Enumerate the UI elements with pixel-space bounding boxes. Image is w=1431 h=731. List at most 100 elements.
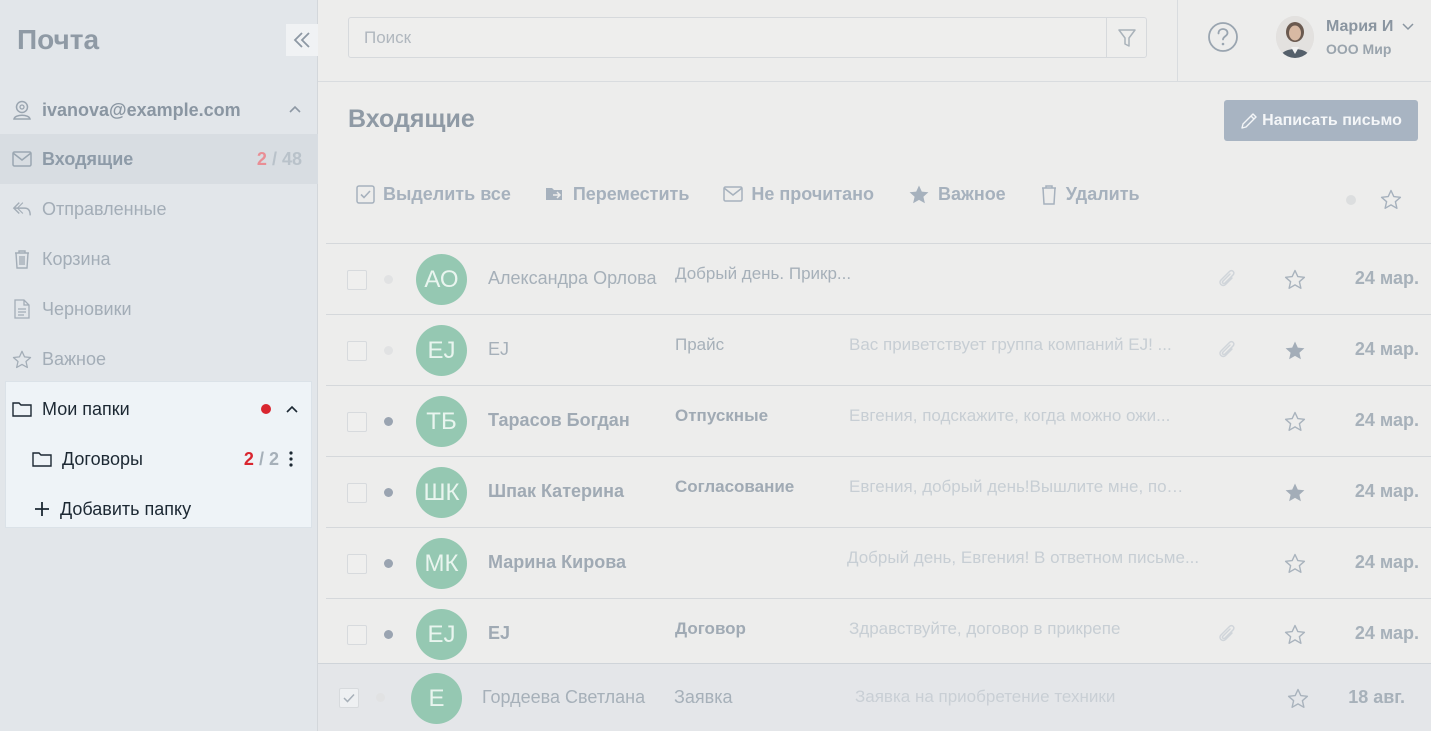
sender-avatar: ТБ <box>416 396 467 447</box>
row-checkbox[interactable] <box>347 483 367 503</box>
sender-name: Тарасов Богдан <box>488 410 630 430</box>
sidebar-item-label: Черновики <box>42 298 132 319</box>
row-checkbox[interactable] <box>347 270 367 290</box>
sender-avatar: Е <box>411 673 462 724</box>
sidebar-item-label: Входящие <box>42 148 134 169</box>
attachment-icon <box>1219 340 1235 358</box>
email-subject: Прайс <box>675 335 725 354</box>
sidebar-item-drafts[interactable]: Черновики <box>0 284 318 334</box>
star-filled-icon[interactable] <box>1284 340 1306 361</box>
compose-button[interactable]: Написать письмо <box>1224 100 1418 141</box>
help-icon <box>1208 22 1238 52</box>
folder-counter: 2 / 2 <box>243 448 279 469</box>
chevron-up-icon[interactable] <box>285 404 299 414</box>
email-date: 18 авг. <box>1348 687 1405 707</box>
unread-filter-toggle[interactable] <box>1346 195 1356 205</box>
email-row[interactable]: МК Марина Кирова Добрый день, Евгения! В… <box>326 527 1431 598</box>
sidebar-item-trash[interactable]: Корзина <box>0 234 318 284</box>
email-subject: Заявка <box>674 687 733 707</box>
unread-indicator[interactable] <box>384 559 393 568</box>
email-subject: Отпускные <box>675 406 769 425</box>
star-icon[interactable] <box>1284 553 1306 574</box>
sidebar-item-inbox[interactable]: Входящие 2 / 48 <box>0 134 318 184</box>
mark-unread-button[interactable]: Не прочитано <box>723 184 874 205</box>
delete-button[interactable]: Удалить <box>1040 184 1140 205</box>
row-checkbox[interactable] <box>347 341 367 361</box>
email-preview: Евгения, добрый день!Вышлите мне, пож... <box>849 477 1189 496</box>
star-filled-icon[interactable] <box>1284 482 1306 503</box>
new-mail-indicator <box>261 404 271 414</box>
row-checkbox-checked[interactable] <box>339 688 359 708</box>
read-indicator[interactable] <box>384 346 393 355</box>
attachment-icon <box>1219 269 1235 287</box>
checkmark-icon <box>343 693 355 703</box>
read-indicator[interactable] <box>376 693 385 702</box>
user-menu[interactable]: Мария И ООО Мир <box>1276 16 1426 60</box>
email-row[interactable]: EJ EJ Прайс Вас приветствует группа комп… <box>326 314 1431 385</box>
email-row[interactable]: EJ EJ Договор Здравствуйте, договор в пр… <box>326 598 1431 669</box>
select-all-button[interactable]: Выделить все <box>356 184 511 205</box>
email-preview: Вас приветствует группа компаний EJ! ... <box>849 335 1172 354</box>
move-button[interactable]: Переместить <box>545 184 689 205</box>
email-preview: Заявка на приобретение техники <box>855 687 1116 706</box>
sidebar-item-important[interactable]: Важное <box>0 334 318 384</box>
my-folders-header[interactable]: Мои папки <box>6 385 311 433</box>
help-button[interactable] <box>1207 21 1239 53</box>
star-icon[interactable] <box>1284 269 1306 290</box>
account-email: ivanova@example.com <box>42 99 241 120</box>
email-row[interactable]: ТБ Тарасов Богдан Отпускные Евгения, под… <box>326 385 1431 456</box>
email-row[interactable]: АО Александра Орлова Добрый день. Прикр.… <box>326 243 1431 314</box>
star-filled-icon <box>909 185 929 203</box>
compose-label: Написать письмо <box>1262 111 1402 129</box>
email-row[interactable]: ШК Шпак Катерина Согласование Евгения, д… <box>326 456 1431 527</box>
sidebar-item-sent[interactable]: Отправленные <box>0 184 318 234</box>
folder-label: Договоры <box>62 448 143 469</box>
email-preview: Здравствуйте, договор в прикрепе <box>849 619 1121 638</box>
checkbox-icon <box>356 184 375 204</box>
folder-icon <box>32 452 52 467</box>
account-selector[interactable]: ivanova@example.com <box>12 96 312 124</box>
email-date: 24 мар. <box>1354 268 1419 288</box>
star-filter-icon[interactable] <box>1380 189 1402 210</box>
reply-icon <box>12 199 32 219</box>
row-checkbox[interactable] <box>347 554 367 574</box>
filter-icon <box>1117 28 1136 47</box>
more-options-icon[interactable] <box>289 451 293 467</box>
read-indicator[interactable] <box>384 275 393 284</box>
chevron-up-icon <box>289 105 301 113</box>
collapse-sidebar-button[interactable] <box>286 24 318 56</box>
add-folder-button[interactable]: Добавить папку <box>6 485 311 533</box>
trash-icon <box>12 249 32 269</box>
user-name: Мария И <box>1326 18 1394 35</box>
sidebar-item-label: Важное <box>42 348 107 369</box>
plus-icon <box>35 502 49 516</box>
star-icon[interactable] <box>1284 624 1306 645</box>
pencil-icon <box>1241 112 1257 129</box>
sender-avatar: ШК <box>416 467 467 518</box>
sender-name: EJ <box>488 623 511 643</box>
star-icon[interactable] <box>1284 411 1306 432</box>
folder-item-contracts[interactable]: Договоры 2 / 2 <box>6 435 311 483</box>
filter-button[interactable] <box>1106 18 1146 57</box>
sender-avatar: EJ <box>416 609 467 660</box>
email-date: 24 мар. <box>1354 552 1419 572</box>
email-date: 24 мар. <box>1354 410 1419 430</box>
search-input[interactable] <box>349 18 1107 57</box>
app-title: Почта <box>17 24 100 55</box>
sender-avatar: МК <box>416 538 467 589</box>
row-checkbox[interactable] <box>347 412 367 432</box>
sender-name: EJ <box>488 339 510 359</box>
email-preview: Добрый день, Евгения! В ответном письме.… <box>847 548 1200 567</box>
divider <box>1177 0 1178 82</box>
sender-name: Шпак Катерина <box>488 481 624 501</box>
mail-icon <box>12 149 32 169</box>
email-row-selected[interactable]: Е Гордеева Светлана Заявка Заявка на при… <box>318 663 1431 731</box>
star-icon <box>12 349 32 369</box>
row-checkbox[interactable] <box>347 625 367 645</box>
unread-indicator[interactable] <box>384 417 393 426</box>
select-all-label: Выделить все <box>383 183 511 204</box>
unread-indicator[interactable] <box>384 488 393 497</box>
star-icon[interactable] <box>1287 688 1309 709</box>
mark-important-button[interactable]: Важное <box>908 184 1006 205</box>
unread-indicator[interactable] <box>384 630 393 639</box>
